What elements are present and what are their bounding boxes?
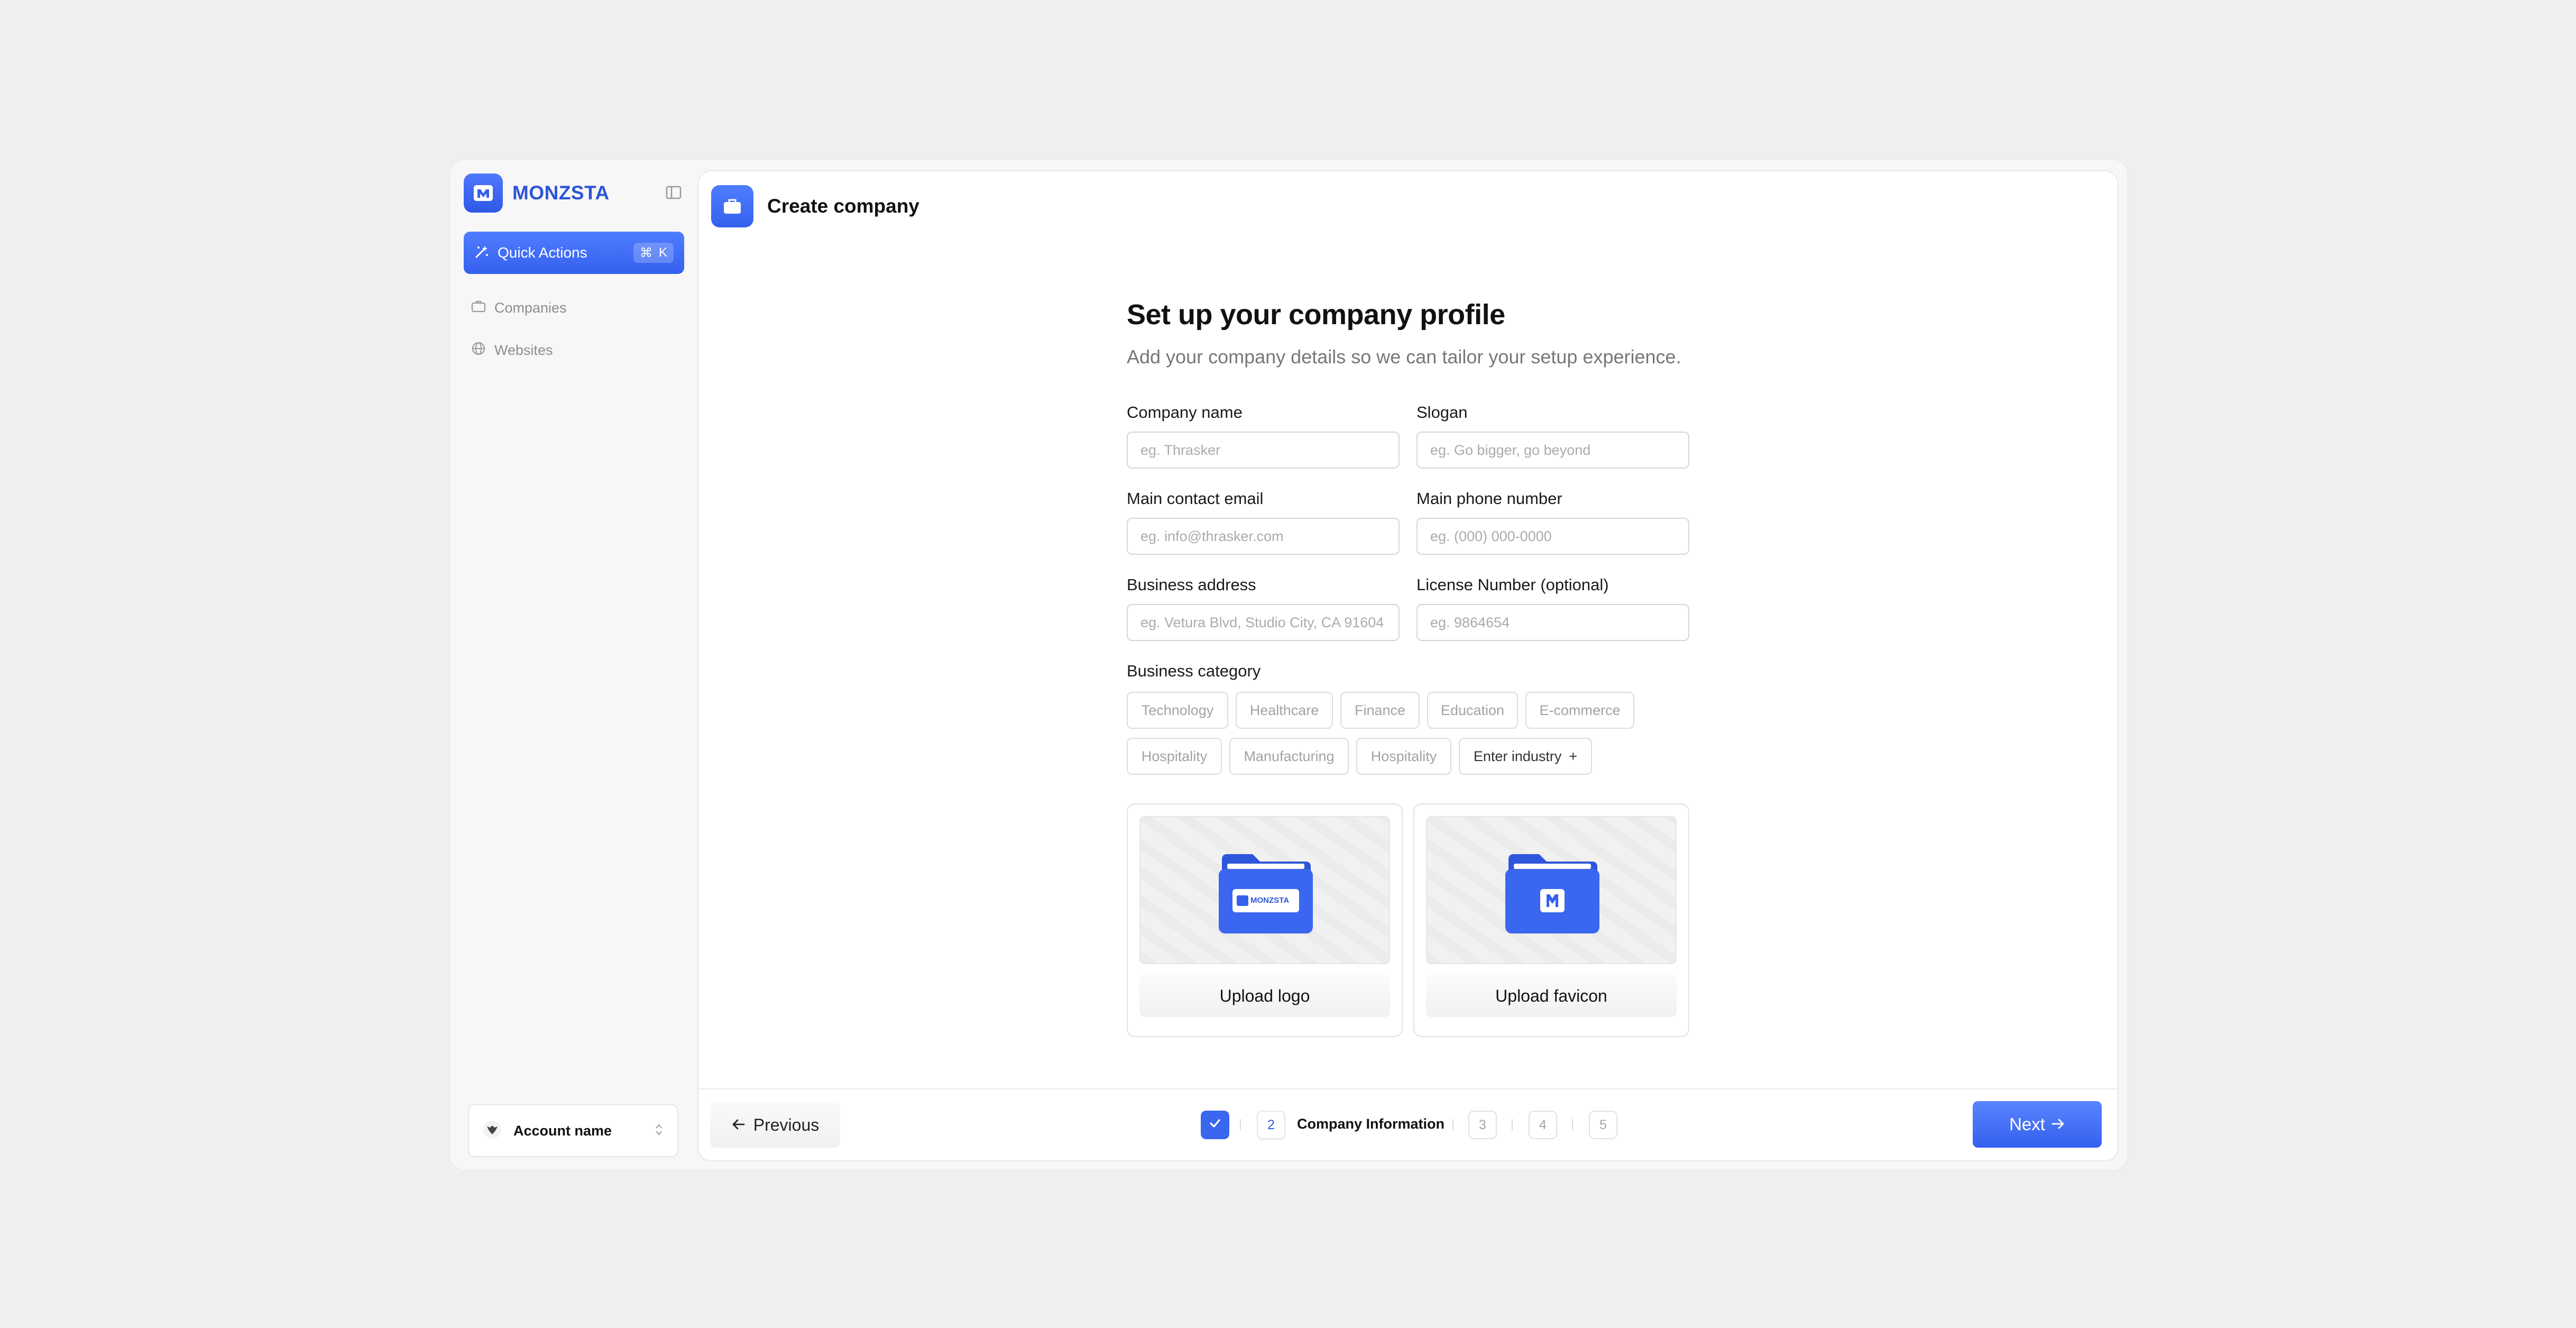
phone-input[interactable] — [1416, 518, 1689, 555]
category-chip[interactable]: Manufacturing — [1229, 738, 1349, 775]
next-label: Next — [2009, 1114, 2045, 1134]
page-title: Create company — [767, 195, 919, 217]
account-name: Account name — [513, 1122, 612, 1139]
email-field: Main contact email — [1127, 489, 1400, 555]
chevron-up-down-icon — [654, 1122, 664, 1140]
category-chip[interactable]: Hospitality — [1356, 738, 1451, 775]
app-window: MONZSTA Quick Actions ⌘ K Companies Webs… — [449, 159, 2128, 1171]
field-label: Slogan — [1416, 403, 1468, 422]
category-chip[interactable]: Education — [1427, 692, 1518, 729]
upload-logo-card: MONZSTA Upload logo — [1127, 803, 1403, 1037]
next-button[interactable]: Next — [1973, 1101, 2102, 1148]
license-input[interactable] — [1416, 604, 1689, 641]
favicon-preview — [1426, 816, 1677, 964]
step-4[interactable]: 4 — [1529, 1111, 1557, 1139]
phone-field: Main phone number — [1416, 489, 1689, 555]
arrow-left-icon — [731, 1115, 745, 1135]
category-chip[interactable]: Finance — [1340, 692, 1420, 729]
field-label: Business address — [1127, 575, 1256, 594]
company-profile-form: Set up your company profile Add your com… — [1127, 298, 1689, 368]
upload-favicon-button[interactable]: Upload favicon — [1426, 975, 1677, 1017]
briefcase-icon — [471, 299, 486, 317]
logo-badge-text: MONZSTA — [1250, 896, 1290, 905]
step-separator — [1240, 1119, 1241, 1131]
previous-label: Previous — [753, 1115, 820, 1134]
category-chip[interactable]: Technology — [1127, 692, 1228, 729]
address-input[interactable] — [1127, 604, 1400, 641]
license-field: License Number (optional) — [1416, 575, 1689, 641]
sidebar-item-companies[interactable]: Companies — [471, 299, 567, 317]
upload-favicon-card: Upload favicon — [1413, 803, 1689, 1037]
sidebar: MONZSTA Quick Actions ⌘ K Companies Webs… — [450, 160, 696, 1170]
magic-wand-icon — [474, 244, 489, 262]
sidebar-item-label: Websites — [494, 342, 553, 358]
upload-logo-button[interactable]: Upload logo — [1139, 975, 1390, 1017]
quick-actions-button[interactable]: Quick Actions ⌘ K — [464, 232, 684, 274]
company-name-input[interactable] — [1127, 432, 1400, 469]
check-icon — [1208, 1118, 1222, 1133]
brand-name: MONZSTA — [512, 182, 610, 204]
account-avatar-icon — [483, 1120, 502, 1142]
wizard-footer: Previous 2 Company Information 3 4 5 Nex… — [698, 1088, 2118, 1160]
page-header: Create company — [711, 185, 919, 227]
slogan-input[interactable] — [1416, 432, 1689, 469]
field-label: License Number (optional) — [1416, 575, 1609, 594]
folder-icon: MONZSTA — [1218, 852, 1314, 935]
brand-logo-icon — [464, 173, 503, 213]
account-switcher[interactable]: Account name — [468, 1104, 678, 1157]
field-label: Main contact email — [1127, 489, 1264, 508]
enter-industry-button[interactable]: Enter industry + — [1459, 738, 1592, 775]
field-label: Company name — [1127, 403, 1243, 422]
step-3[interactable]: 3 — [1468, 1111, 1497, 1139]
keyboard-shortcut: ⌘ K — [633, 243, 674, 263]
main-panel: Create company Set up your company profi… — [697, 170, 2119, 1161]
sidebar-item-websites[interactable]: Websites — [471, 341, 553, 360]
step-1-complete[interactable] — [1201, 1111, 1229, 1139]
quick-actions-label: Quick Actions — [498, 244, 587, 261]
slogan-field: Slogan — [1416, 403, 1689, 469]
email-input[interactable] — [1127, 518, 1400, 555]
enter-industry-label: Enter industry — [1473, 748, 1562, 764]
company-name-field: Company name — [1127, 403, 1400, 469]
category-label: Business category — [1127, 662, 1261, 680]
form-subheading: Add your company details so we can tailo… — [1127, 346, 1681, 368]
form-heading: Set up your company profile — [1127, 299, 1505, 331]
category-chip[interactable]: Hospitality — [1127, 738, 1222, 775]
arrow-right-icon — [2051, 1114, 2065, 1134]
step-5[interactable]: 5 — [1589, 1111, 1617, 1139]
brand[interactable]: MONZSTA — [464, 173, 610, 213]
shortcut-key: K — [658, 245, 667, 260]
step-separator — [1572, 1119, 1573, 1131]
globe-icon — [471, 341, 486, 360]
step-2[interactable]: 2 — [1257, 1111, 1285, 1139]
sidebar-toggle-icon[interactable] — [666, 185, 682, 200]
command-key-icon: ⌘ — [639, 245, 652, 260]
folder-icon — [1504, 852, 1600, 935]
sidebar-item-label: Companies — [494, 300, 567, 316]
logo-preview: MONZSTA — [1139, 816, 1390, 964]
plus-icon: + — [1569, 748, 1578, 764]
category-chip[interactable]: E-commerce — [1525, 692, 1634, 729]
previous-button[interactable]: Previous — [710, 1102, 840, 1148]
active-step-label: Company Information — [1297, 1116, 1445, 1132]
category-chip[interactable]: Healthcare — [1236, 692, 1333, 729]
step-separator — [1512, 1119, 1513, 1131]
briefcase-icon — [711, 185, 753, 227]
address-field: Business address — [1127, 575, 1400, 641]
field-label: Main phone number — [1416, 489, 1562, 508]
step-separator — [1452, 1119, 1453, 1131]
